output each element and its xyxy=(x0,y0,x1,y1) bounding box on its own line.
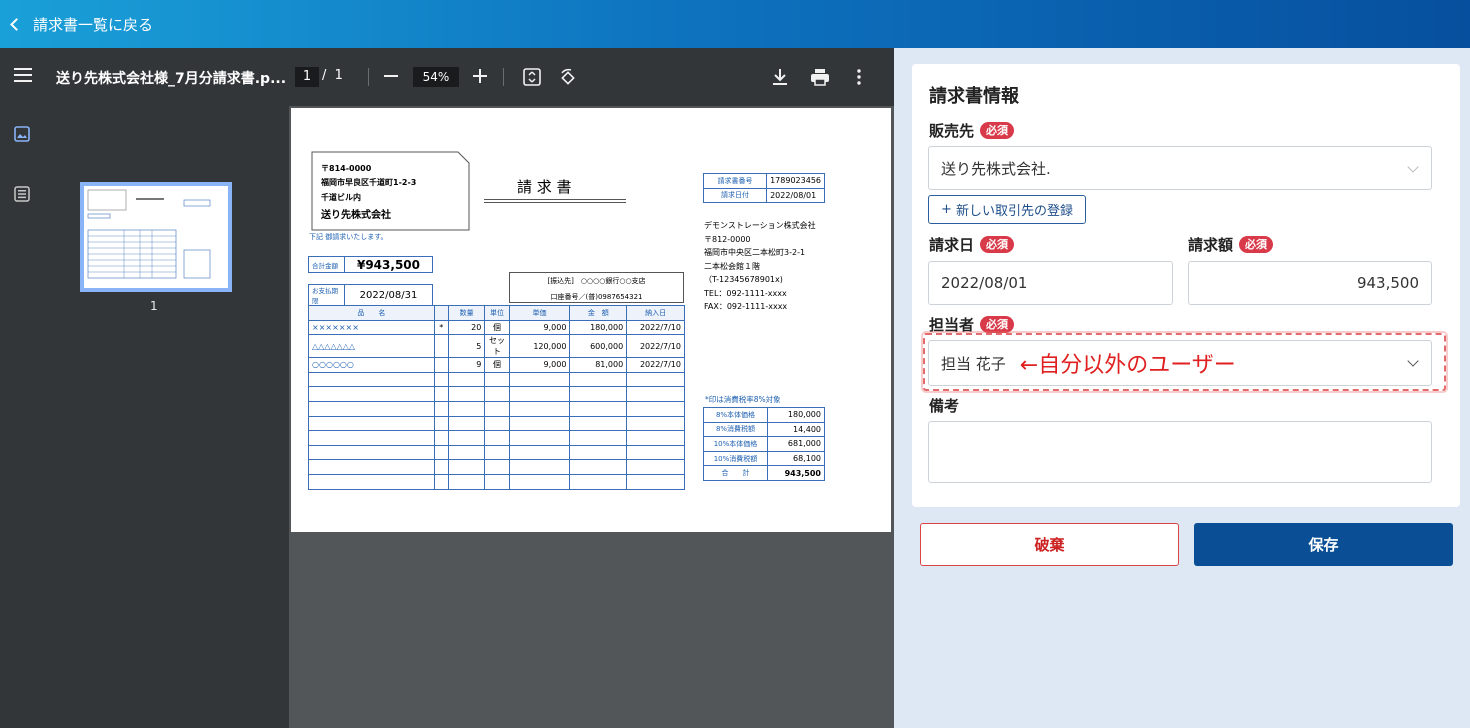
invoice-date: 2022/08/01 xyxy=(766,187,825,204)
summary-row: 合 計 943,500 xyxy=(703,465,825,481)
invoice-title: 請 求 書 xyxy=(517,178,572,196)
table-row: ××××××× * 20 個 9,000 180,000 2022/7/10 xyxy=(308,319,685,336)
vendor-select[interactable]: 送り先株式会社. xyxy=(928,146,1432,190)
summary-row: 10%本体価格 681,000 xyxy=(703,436,825,452)
invoice-info-form: 請求書情報 販売先 必須 送り先株式会社. + 新しい取引先の登録 請求日 必須 … xyxy=(912,64,1460,507)
table-row xyxy=(308,430,685,446)
fit-page-icon[interactable] xyxy=(523,68,541,90)
plus-icon: + xyxy=(941,202,952,217)
page-total: / 1 xyxy=(322,68,343,83)
table-row xyxy=(308,415,685,432)
print-icon[interactable] xyxy=(810,68,830,90)
new-partner-button[interactable]: + 新しい取引先の登録 xyxy=(928,195,1086,224)
menu-icon[interactable] xyxy=(14,67,32,87)
table-row: △△△△△△△ 5 セット 120,000 600,000 2022/7/10 xyxy=(308,334,685,359)
more-icon[interactable] xyxy=(856,68,862,90)
tax-note: *印は消費税率8%対象 xyxy=(705,395,781,404)
recipient-address: 福岡市早良区千道町1-2-3 xyxy=(321,178,417,187)
summary-row: 10%消費税額 68,100 xyxy=(703,450,825,467)
zoom-input[interactable]: 54% xyxy=(413,67,459,87)
chevron-left-icon xyxy=(10,17,23,31)
chevron-down-icon xyxy=(1407,355,1419,367)
memo-label: 備考 xyxy=(929,397,960,415)
summary-table: 8%本体価格 180,000 8%消費税額 14,400 10%本体価格 681,000 1… xyxy=(703,407,825,481)
amount-label: 請求額 必須 xyxy=(1188,234,1274,255)
table-row: ○○○○○○ 9 個 9,000 81,000 2022/7/10 xyxy=(308,357,685,373)
back-label: 請求書一覧に戻る xyxy=(33,15,154,34)
discard-button[interactable]: 破棄 xyxy=(920,523,1179,566)
pdf-page: 〒814-0000 福岡市早良区千道町1-2-3 千道ビル内 送り先株式会社 請… xyxy=(291,108,891,532)
required-badge: 必須 xyxy=(980,236,1015,253)
due-date: 2022/08/31 xyxy=(344,284,433,306)
pdf-viewer: 送り先株式会社様_7月分請求書.p... 1 / 1 54% 1 〒814-00… xyxy=(0,48,894,728)
download-icon[interactable] xyxy=(772,68,788,90)
save-button[interactable]: 保存 xyxy=(1194,523,1453,566)
bank-line-1: [振込先] ○○○○銀行○○支店 xyxy=(547,277,646,285)
summary-row: 8%本体価格 180,000 xyxy=(703,407,825,423)
table-row xyxy=(308,371,685,388)
items-table: 品 名数量 単位 単価金 額納入日 ××××××× * 20 個 9,000 180,000 20… xyxy=(308,305,685,490)
table-row xyxy=(308,400,685,417)
recipient-name: 送り先株式会社 xyxy=(321,210,391,221)
back-to-list-link[interactable]: 請求書一覧に戻る xyxy=(10,14,153,35)
pdf-toolbar: 送り先株式会社様_7月分請求書.p... 1 / 1 54% xyxy=(0,48,894,106)
recipient-building: 千道ビル内 xyxy=(321,193,361,202)
image-icon[interactable] xyxy=(14,126,30,146)
outline-icon[interactable] xyxy=(14,186,30,206)
top-bar: 請求書一覧に戻る xyxy=(0,0,1470,48)
memo-textarea[interactable] xyxy=(928,421,1432,483)
table-row xyxy=(308,386,685,402)
person-label: 担当者 必須 xyxy=(929,314,1015,335)
table-row xyxy=(308,459,685,475)
chevron-down-icon xyxy=(1407,161,1419,173)
vendor-label: 販売先 必須 xyxy=(929,120,1015,141)
page-number-input[interactable]: 1 xyxy=(295,67,319,87)
plus-icon[interactable] xyxy=(473,68,487,88)
sender-info: デモンストレーション株式会社 〒812-0000 福岡市中央区二本松町3-2-1… xyxy=(704,221,816,311)
bank-line-2: 口座番号／(普)0987654321 xyxy=(550,293,643,301)
minus-icon[interactable] xyxy=(384,68,398,88)
form-title: 請求書情報 xyxy=(929,86,1019,107)
rotate-icon[interactable] xyxy=(559,68,577,90)
recipient-postal: 〒814-0000 xyxy=(321,164,372,173)
required-badge: 必須 xyxy=(980,316,1015,333)
date-input[interactable]: 2022/08/01 xyxy=(928,261,1173,305)
page-thumbnail[interactable] xyxy=(80,182,232,292)
required-badge: 必須 xyxy=(1239,236,1274,253)
thumbnail-sidebar: 1 xyxy=(0,106,289,728)
summary-row: 8%消費税額 14,400 xyxy=(703,421,825,438)
table-row xyxy=(308,444,685,461)
invoice-note: 下記 御請求いたします。 xyxy=(309,233,388,241)
table-row xyxy=(308,473,685,490)
annotation-text: ←自分以外のユーザー xyxy=(1019,353,1236,378)
thumbnail-page-number: 1 xyxy=(150,299,158,313)
person-select[interactable]: 担当 花子 ←自分以外のユーザー xyxy=(928,340,1432,386)
date-label: 請求日 必須 xyxy=(929,234,1015,255)
required-badge: 必須 xyxy=(980,122,1015,139)
invoice-number: 1789023456 xyxy=(766,173,825,189)
amount-input[interactable]: 943,500 xyxy=(1188,261,1432,305)
total-amount: ¥943,500 xyxy=(344,256,433,273)
pdf-filename: 送り先株式会社様_7月分請求書.p... xyxy=(56,71,287,87)
